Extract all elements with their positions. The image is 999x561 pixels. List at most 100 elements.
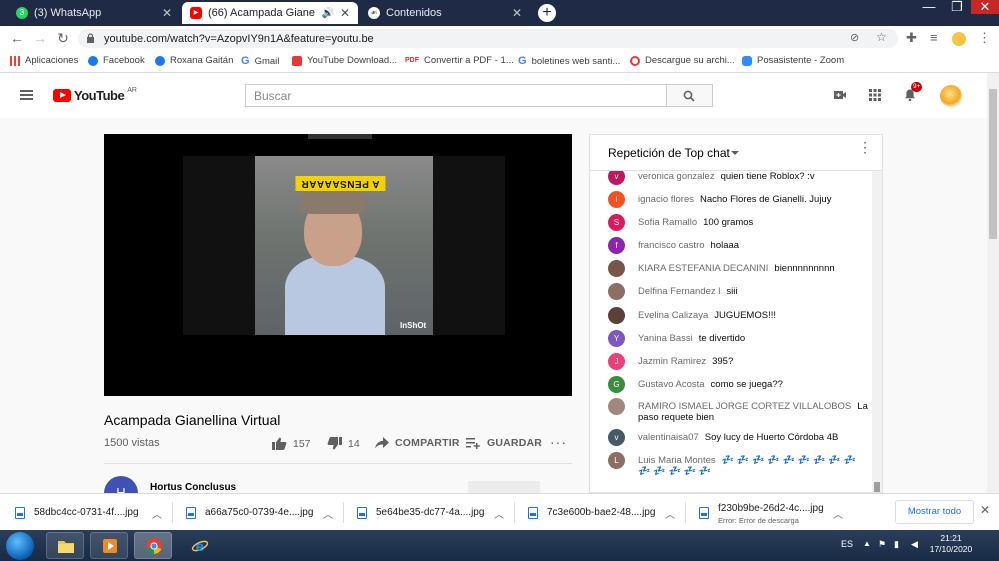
chat-author-avatar[interactable]: i xyxy=(608,191,625,208)
language-indicator[interactable]: ES xyxy=(841,539,853,549)
account-avatar[interactable] xyxy=(940,85,962,107)
taskbar-media-player[interactable] xyxy=(90,532,128,559)
chat-author-name[interactable]: veronica gonzalez xyxy=(638,171,715,182)
like-button[interactable]: 157 xyxy=(272,437,311,450)
chat-scrollbar[interactable] xyxy=(872,171,882,492)
bookmark-convertir-pdf[interactable]: PDF Convertir a PDF - 1... xyxy=(405,55,514,66)
show-all-downloads-button[interactable]: Mostrar todo xyxy=(895,500,974,524)
chat-author-avatar[interactable] xyxy=(608,307,625,324)
chevron-up-icon[interactable]: ︿ xyxy=(833,506,843,521)
save-button[interactable]: GUARDAR xyxy=(466,437,542,449)
bookmark-aplicaciones[interactable]: Aplicaciones xyxy=(10,55,78,66)
notifications-button[interactable]: 9+ xyxy=(903,82,923,105)
media-queue-icon[interactable]: ≡ xyxy=(930,31,938,45)
bookmark-descargue[interactable]: Descargue su archi... xyxy=(630,55,735,66)
player-controls-bar[interactable] xyxy=(104,379,572,396)
search-button[interactable] xyxy=(666,84,713,107)
chat-author-name[interactable]: KIARA ESTEFANIA DECANINI xyxy=(638,263,768,274)
close-tab-icon[interactable]: ✕ xyxy=(512,6,522,20)
download-item[interactable]: 58dbc4cc-0731-4f....jpg ︿ xyxy=(15,494,175,531)
back-button[interactable]: ← xyxy=(9,31,25,45)
chat-author-avatar[interactable] xyxy=(608,283,625,300)
tab-whatsapp[interactable]: 3 (3) WhatsApp ✕ xyxy=(8,2,180,24)
forward-button[interactable]: → xyxy=(32,31,48,45)
tab-contenidos[interactable]: ☙ Contenidos ✕ xyxy=(360,2,530,24)
close-tab-icon[interactable]: ✕ xyxy=(340,6,350,20)
chat-author-name[interactable]: ignacio flores xyxy=(638,194,694,205)
start-button[interactable] xyxy=(6,532,34,560)
network-signal-icon[interactable]: ▮ xyxy=(894,539,899,550)
chrome-menu-icon[interactable]: ⋮ xyxy=(978,31,991,45)
tab-youtube-video[interactable]: ▶ (66) Acampada Gianellina Vi 🔊 ✕ xyxy=(182,2,358,24)
maximize-window-button[interactable]: ❐ xyxy=(943,0,971,14)
chat-author-avatar[interactable] xyxy=(608,260,625,277)
bookmark-gmail[interactable]: G Gmail xyxy=(241,55,279,67)
download-item-error[interactable]: f230b9be-26d2-4c....jpg Error: Error de … xyxy=(699,494,859,531)
url-text[interactable]: youtube.com/watch?v=AzopvIY9n1A&feature=… xyxy=(104,33,374,45)
chat-author-name[interactable]: Evelina Calizaya xyxy=(638,310,708,321)
chat-author-name[interactable]: Yanina Bassi xyxy=(638,333,693,344)
chat-author-avatar[interactable]: f xyxy=(608,237,625,254)
chat-author-avatar[interactable]: v xyxy=(608,429,625,446)
share-button[interactable]: COMPARTIR xyxy=(375,437,460,449)
search-input[interactable]: Buscar xyxy=(245,84,666,107)
volume-muted-icon[interactable]: ◀ xyxy=(911,539,918,550)
subscribe-button[interactable] xyxy=(468,481,540,493)
camera-blocked-icon[interactable]: ⊘ xyxy=(850,31,859,45)
extensions-puzzle-icon[interactable]: ✚ xyxy=(906,31,917,45)
chat-author-avatar[interactable]: G xyxy=(608,376,625,393)
chat-author-avatar[interactable]: S xyxy=(608,214,625,231)
show-hidden-icons-icon[interactable]: ▲ xyxy=(863,539,871,548)
taskbar-explorer[interactable] xyxy=(46,532,84,559)
new-tab-button[interactable]: + xyxy=(538,4,556,22)
taskbar-clock[interactable]: 21:21 17/10/2020 xyxy=(928,533,974,555)
hamburger-menu-icon[interactable] xyxy=(20,90,33,100)
chat-author-name[interactable]: Sofia Ramallo xyxy=(638,217,697,228)
chat-author-name[interactable]: Luis Maria Montes xyxy=(638,455,716,466)
chat-message-list[interactable]: v veronica gonzalez quien tiene Roblox? :v… xyxy=(590,171,876,492)
bookmark-boletines[interactable]: Gboletines web santi... xyxy=(518,55,620,67)
chevron-up-icon[interactable]: ︿ xyxy=(665,506,675,521)
download-item[interactable]: a66a75c0-0739-4e....jpg ︿ xyxy=(186,494,346,531)
bookmark-youtube-download[interactable]: YouTube Download... xyxy=(292,55,397,66)
chevron-up-icon[interactable]: ︿ xyxy=(152,506,162,521)
close-shelf-icon[interactable]: ✕ xyxy=(980,503,990,517)
page-scrollbar[interactable] xyxy=(987,73,999,493)
audio-playing-icon[interactable]: 🔊 xyxy=(321,8,333,19)
chat-author-name[interactable]: valentinaisa07 xyxy=(638,432,699,443)
taskbar-chrome[interactable] xyxy=(134,532,172,559)
bookmark-facebook[interactable]: Facebook xyxy=(88,55,145,66)
more-actions-icon[interactable]: ··· xyxy=(550,434,567,450)
bookmark-roxana-gaitan[interactable]: Roxana Gaitán xyxy=(155,55,233,66)
close-tab-icon[interactable]: ✕ xyxy=(162,6,172,20)
lock-icon[interactable] xyxy=(86,33,95,43)
video-player[interactable]: A PENSAAAAR InShOt xyxy=(104,134,572,396)
chevron-up-icon[interactable]: ︿ xyxy=(323,506,333,521)
minimize-window-button[interactable]: — xyxy=(915,0,943,14)
bookmark-zoom[interactable]: Posasistente - Zoom xyxy=(742,55,844,66)
taskbar-internet-explorer[interactable]: e xyxy=(180,532,218,559)
chat-author-name[interactable]: RAMIRO ISMAEL JORGE CORTEZ VILLALOBOS xyxy=(638,401,851,412)
address-bar[interactable]: youtube.com/watch?v=AzopvIY9n1A&feature=… xyxy=(78,29,898,48)
bookmark-star-icon[interactable]: ☆ xyxy=(876,30,887,44)
chat-author-avatar[interactable]: L xyxy=(608,452,625,469)
page-scrollbar-thumb[interactable] xyxy=(989,89,997,239)
dislike-button[interactable]: 14 xyxy=(327,437,360,450)
chat-author-avatar[interactable]: Y xyxy=(608,330,625,347)
chat-more-icon[interactable]: ⋮ xyxy=(858,140,872,154)
apps-grid-icon[interactable] xyxy=(868,88,882,102)
chat-author-avatar[interactable]: J xyxy=(608,353,625,370)
chat-author-name[interactable]: Jazmin Ramirez xyxy=(638,356,706,367)
chat-author-avatar[interactable] xyxy=(608,398,625,415)
youtube-logo[interactable]: YouTube AR xyxy=(53,87,137,103)
close-window-button[interactable]: ✕ xyxy=(971,0,999,14)
chat-author-name[interactable]: Delfina Fernandez l xyxy=(638,286,720,297)
download-item[interactable]: 5e64be35-dc77-4a....jpg ︿ xyxy=(357,494,517,531)
flag-icon[interactable]: ⚑ xyxy=(878,539,886,550)
chat-scrollbar-thumb[interactable] xyxy=(874,482,880,492)
chat-author-name[interactable]: Gustavo Acosta xyxy=(638,379,705,390)
profile-avatar[interactable] xyxy=(952,32,966,46)
chat-author-avatar[interactable]: v xyxy=(608,171,625,185)
reload-button[interactable]: ↻ xyxy=(55,31,71,45)
channel-name[interactable]: Hortus Conclusus xyxy=(150,482,236,493)
